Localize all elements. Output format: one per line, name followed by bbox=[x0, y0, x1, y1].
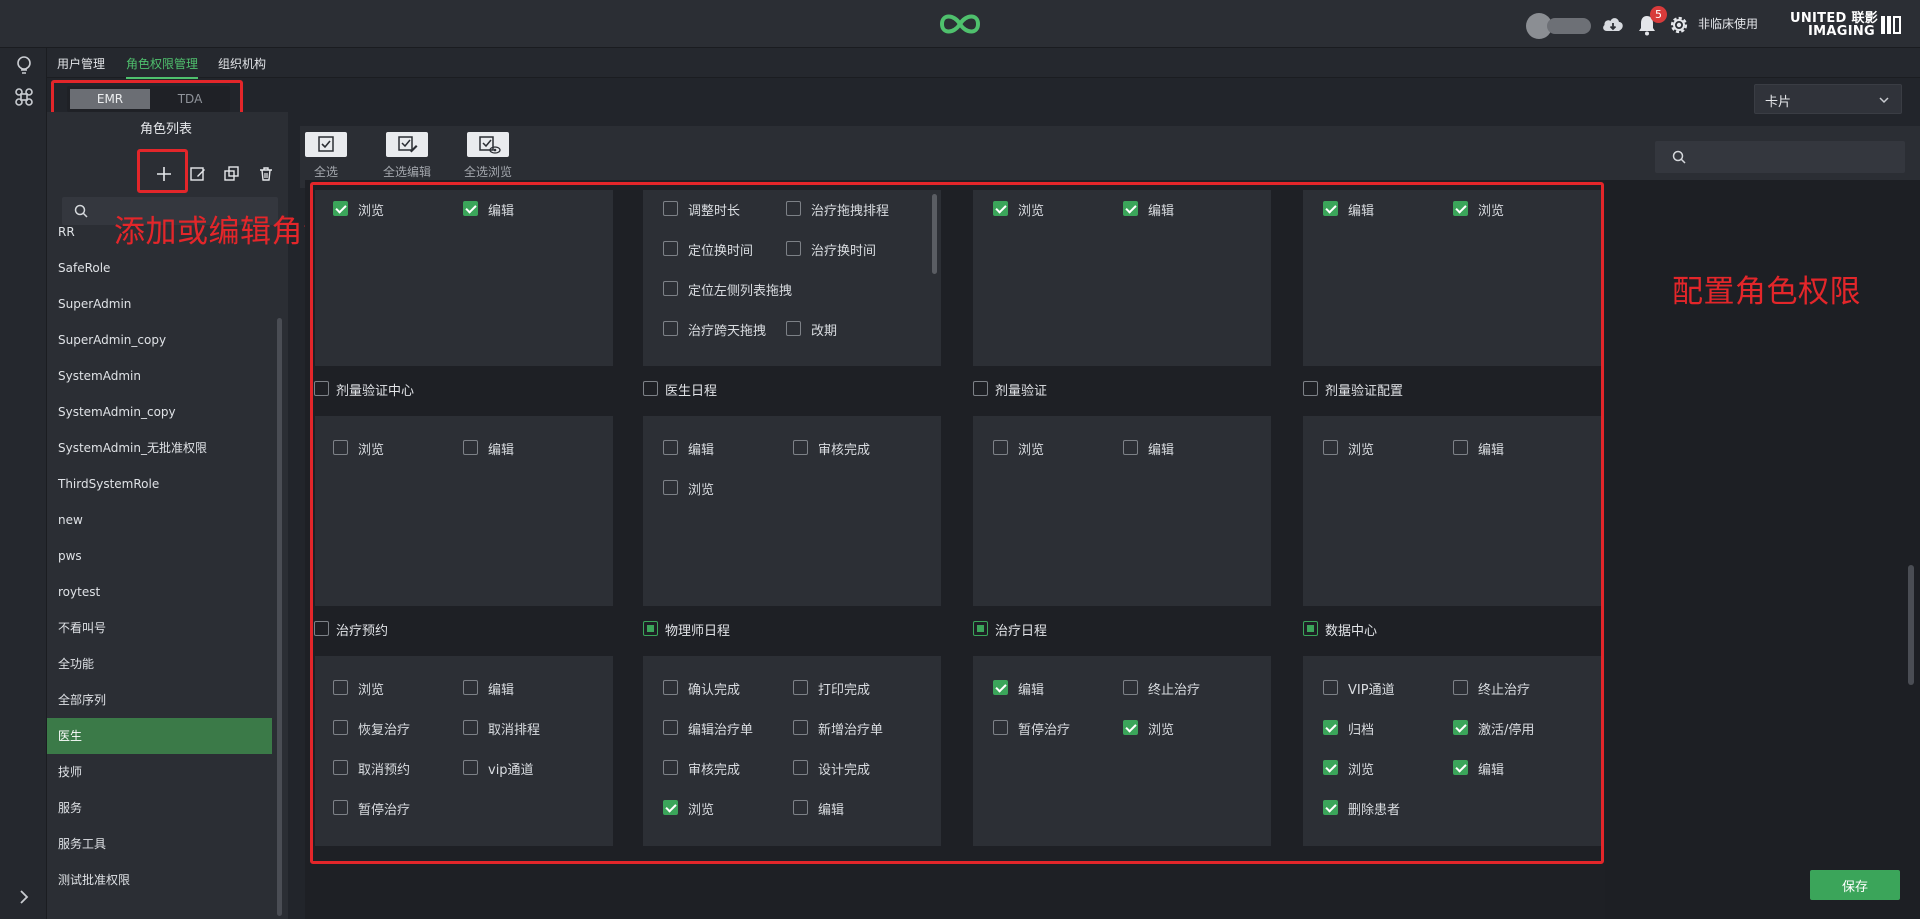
view-mode-value: 卡片 bbox=[1765, 95, 1792, 110]
role-item[interactable]: SafeRole bbox=[47, 250, 272, 286]
annotation-box-add bbox=[137, 149, 188, 193]
role-item[interactable]: 不看叫号 bbox=[47, 610, 272, 646]
role-item[interactable]: SuperAdmin_copy bbox=[47, 322, 272, 358]
chevron-down-icon bbox=[1879, 97, 1889, 104]
select-all-label: 全选 bbox=[313, 165, 338, 179]
role-item[interactable]: 技师 bbox=[47, 754, 272, 790]
trash-icon[interactable] bbox=[256, 164, 276, 184]
command-icon[interactable] bbox=[13, 86, 35, 108]
left-rail bbox=[0, 48, 47, 919]
cloud-download-icon[interactable] bbox=[1600, 12, 1626, 38]
role-item[interactable]: 服务 bbox=[47, 790, 272, 826]
select-all-edit-label: 全选编辑 bbox=[383, 165, 432, 179]
annotation-configure-permissions: 配置角色权限 bbox=[1672, 274, 1861, 310]
brand-logo: UNITED 联影 IMAGING bbox=[1790, 12, 1885, 38]
select-all-browse-button[interactable]: 全选浏览 bbox=[464, 132, 512, 180]
save-button[interactable]: 保存 bbox=[1810, 870, 1900, 900]
brand-line2: IMAGING bbox=[1808, 24, 1875, 39]
tab-role-permissions[interactable]: 角色权限管理 bbox=[126, 55, 199, 79]
tab-organization[interactable]: 组织机构 bbox=[218, 55, 266, 72]
role-item[interactable]: 服务工具 bbox=[47, 826, 272, 862]
annotation-add-edit-role: 添加或编辑角色 bbox=[114, 214, 335, 250]
role-item[interactable]: ThirdSystemRole bbox=[47, 466, 272, 502]
role-item[interactable]: SystemAdmin_无批准权限 bbox=[47, 430, 272, 466]
select-all-browse-label: 全选浏览 bbox=[464, 165, 513, 179]
top-bar: 5 非临床使用 UNITED 联影 IMAGING bbox=[0, 0, 1920, 48]
edit-icon[interactable] bbox=[188, 164, 208, 184]
tab-user-management[interactable]: 用户管理 bbox=[57, 55, 105, 72]
select-all-button[interactable]: 全选 bbox=[305, 132, 347, 180]
view-mode-select[interactable]: 卡片 bbox=[1754, 84, 1902, 114]
copy-icon[interactable] bbox=[222, 164, 242, 184]
nav-tabs: 用户管理 角色权限管理 组织机构 bbox=[47, 48, 1920, 79]
lightbulb-icon[interactable] bbox=[13, 54, 35, 76]
role-item[interactable]: roytest bbox=[47, 574, 272, 610]
role-list-title: 角色列表 bbox=[140, 122, 193, 137]
user-name-masked bbox=[1547, 18, 1591, 34]
search-icon bbox=[74, 204, 88, 218]
expand-chevron-icon[interactable] bbox=[13, 886, 35, 908]
role-item[interactable]: SuperAdmin bbox=[47, 286, 272, 322]
app-logo-icon bbox=[939, 14, 981, 34]
notification-badge: 5 bbox=[1650, 6, 1667, 23]
select-all-edit-button[interactable]: 全选编辑 bbox=[383, 132, 431, 180]
checkbox-edit-icon bbox=[386, 132, 428, 157]
role-list: RR SafeRole SuperAdmin SuperAdmin_copy S… bbox=[47, 226, 272, 919]
role-item[interactable]: 全功能 bbox=[47, 646, 272, 682]
role-item[interactable]: new bbox=[47, 502, 272, 538]
role-item-selected[interactable]: 医生 bbox=[47, 718, 272, 754]
role-item[interactable]: 全部序列 bbox=[47, 682, 272, 718]
permission-search-input[interactable] bbox=[1655, 141, 1905, 173]
checkbox-icon bbox=[305, 132, 347, 157]
role-item[interactable]: SystemAdmin_copy bbox=[47, 394, 272, 430]
annotation-box-permissions bbox=[310, 182, 1604, 864]
brand-mark-icon bbox=[1881, 16, 1901, 34]
search-icon bbox=[1672, 150, 1686, 164]
role-item[interactable]: SystemAdmin bbox=[47, 358, 272, 394]
role-item[interactable]: 测试批准权限 bbox=[47, 862, 272, 898]
gear-icon[interactable] bbox=[1666, 12, 1692, 38]
main-scrollbar[interactable] bbox=[1908, 565, 1914, 685]
checkbox-view-icon bbox=[467, 132, 509, 157]
role-item[interactable]: pws bbox=[47, 538, 272, 574]
usage-label: 非临床使用 bbox=[1698, 17, 1759, 31]
role-list-scrollbar[interactable] bbox=[277, 318, 282, 916]
